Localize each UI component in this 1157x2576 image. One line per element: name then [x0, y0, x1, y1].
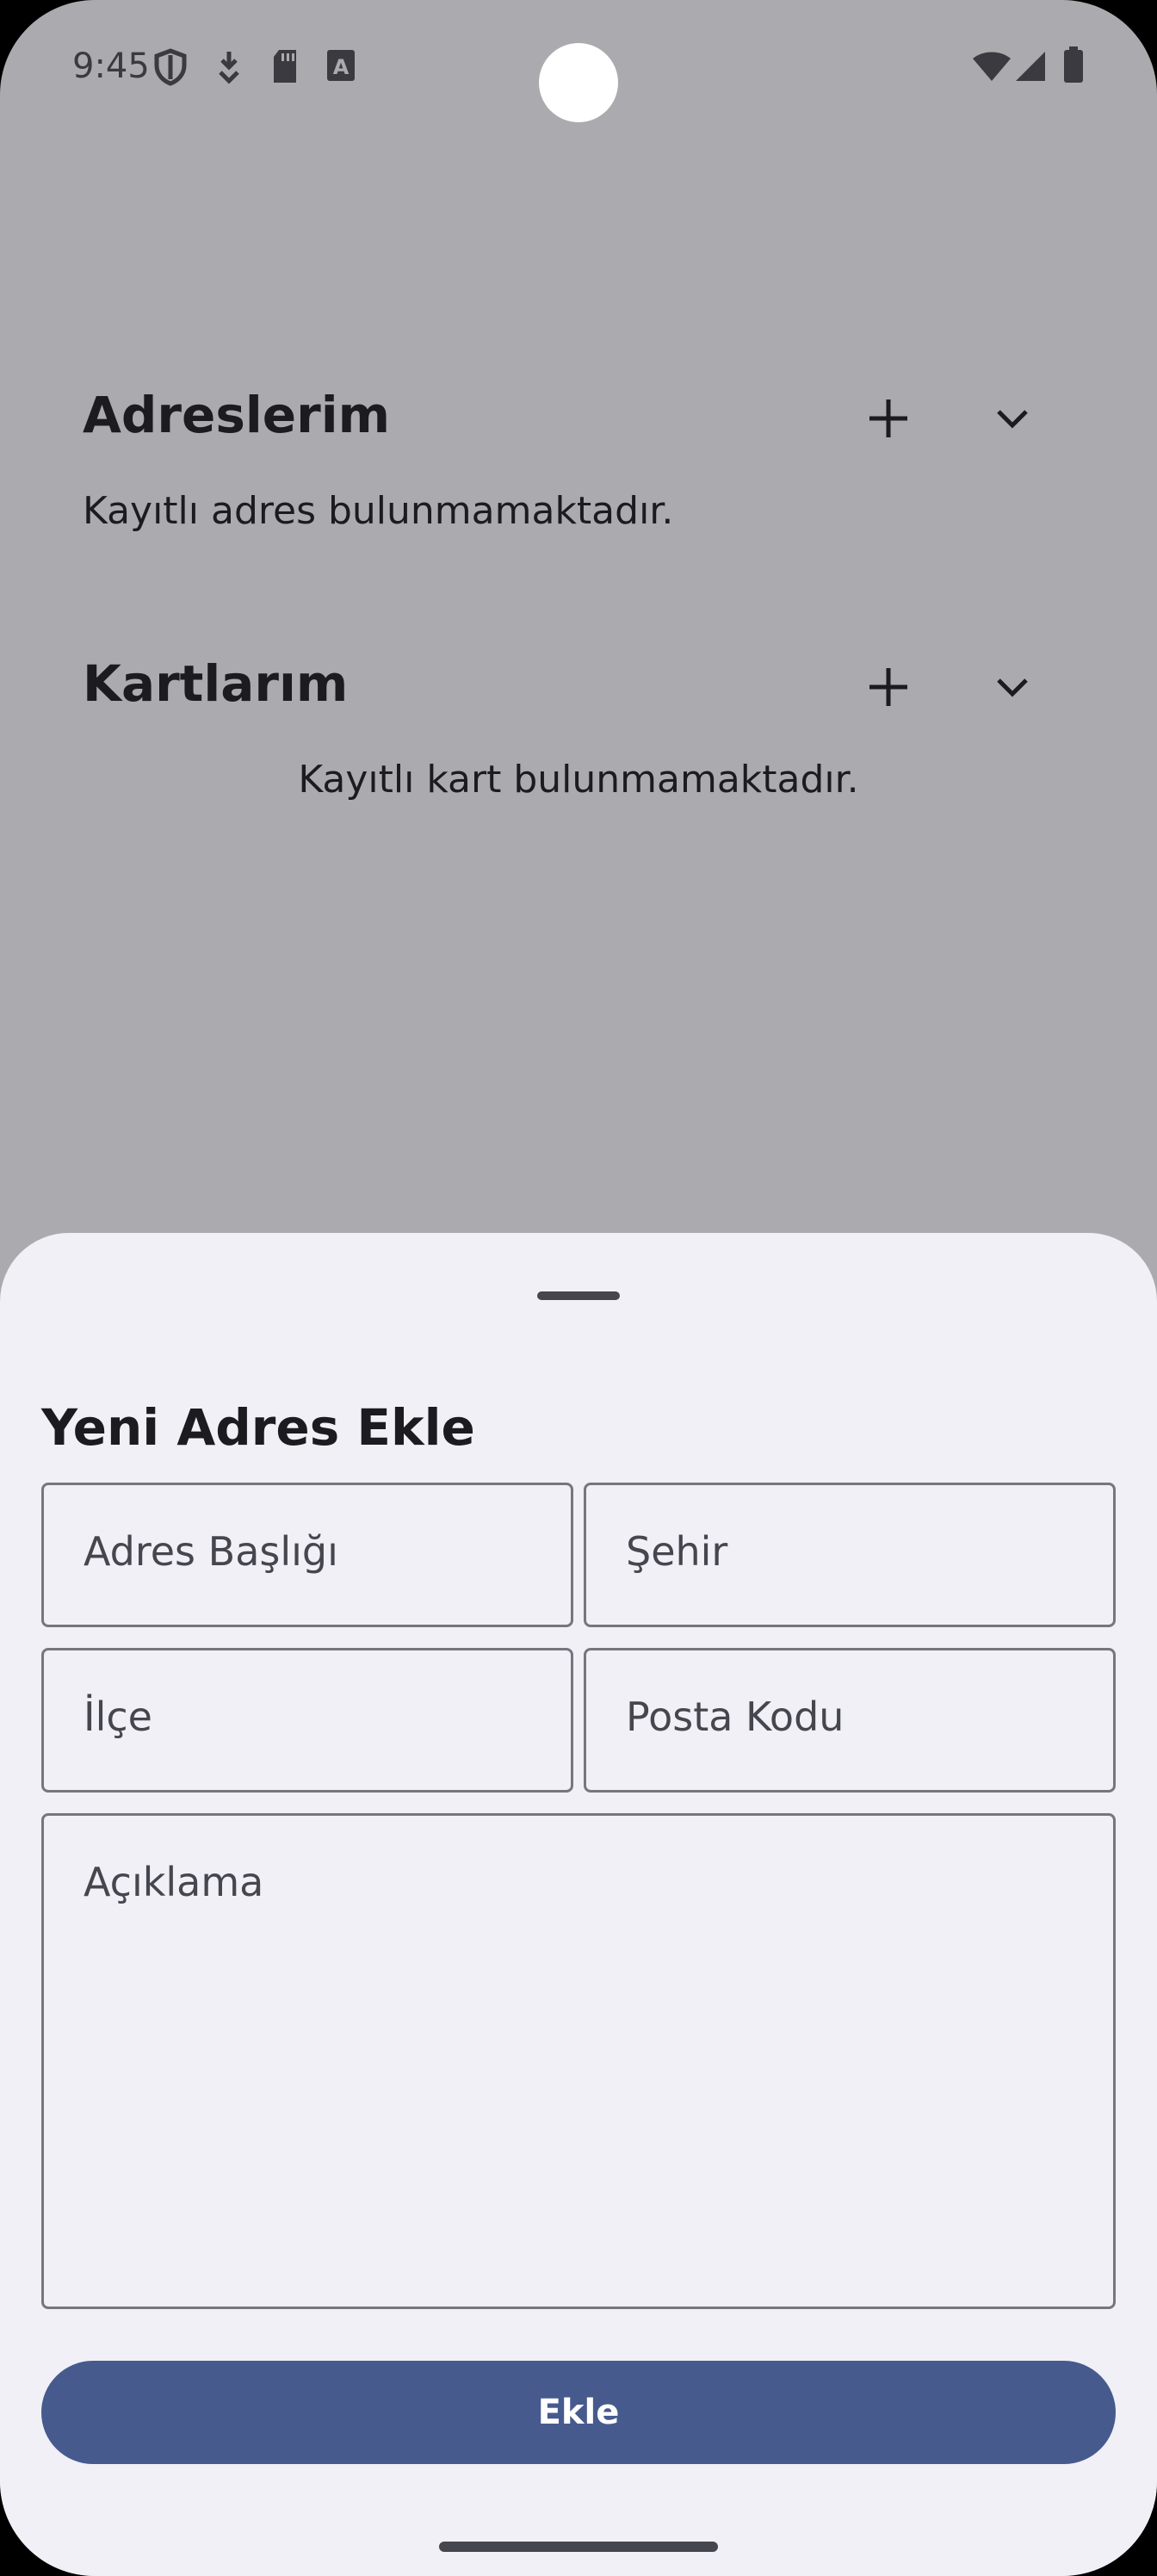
addresses-empty-text: Kayıtlı adres bulunmamaktadır.: [83, 489, 674, 533]
address-title-placeholder: Adres Başlığı: [84, 1528, 338, 1575]
status-time: 9:45: [72, 46, 150, 86]
postal-code-field[interactable]: Posta Kodu: [584, 1648, 1116, 1793]
svg-text:A: A: [333, 55, 350, 79]
add-button[interactable]: Ekle: [41, 2361, 1116, 2464]
address-title-field[interactable]: Adres Başlığı: [41, 1483, 573, 1627]
sd-card-icon: [270, 48, 300, 89]
expand-addresses-button[interactable]: [978, 384, 1047, 453]
chevron-down-icon: [997, 410, 1028, 429]
signal-icon: [1014, 50, 1047, 87]
city-field[interactable]: Şehir: [584, 1483, 1116, 1627]
cards-empty-text: Kayıtlı kart bulunmamaktadır.: [298, 758, 859, 802]
wifi-icon: [971, 50, 1012, 87]
gesture-nav-handle[interactable]: [439, 2542, 718, 2552]
description-field[interactable]: Açıklama: [41, 1813, 1116, 2309]
font-icon: A: [325, 48, 356, 87]
plus-icon: [869, 399, 907, 437]
district-placeholder: İlçe: [84, 1694, 152, 1740]
sheet-title: Yeni Adres Ekle: [41, 1398, 475, 1457]
chevron-down-icon: [997, 678, 1028, 697]
postal-code-placeholder: Posta Kodu: [626, 1694, 845, 1740]
add-address-sheet: Yeni Adres Ekle Adres Başlığı Şehir İlçe…: [0, 1233, 1157, 2576]
description-placeholder: Açıklama: [84, 1859, 264, 1905]
cards-title: Kartlarım: [83, 654, 349, 713]
add-card-button[interactable]: [854, 653, 923, 721]
download-icon: [215, 48, 243, 90]
expand-cards-button[interactable]: [978, 653, 1047, 721]
shield-icon: [153, 48, 188, 90]
district-field[interactable]: İlçe: [41, 1648, 573, 1793]
city-placeholder: Şehir: [626, 1528, 728, 1575]
screen: 9:45 A Adreslerim Kayıtlı adres bulunmam…: [0, 0, 1157, 2576]
sheet-drag-handle[interactable]: [537, 1291, 620, 1300]
battery-icon: [1062, 46, 1085, 89]
plus-icon: [869, 668, 907, 706]
camera-cutout: [539, 43, 618, 122]
addresses-title: Adreslerim: [83, 386, 391, 444]
add-address-button[interactable]: [854, 384, 923, 453]
